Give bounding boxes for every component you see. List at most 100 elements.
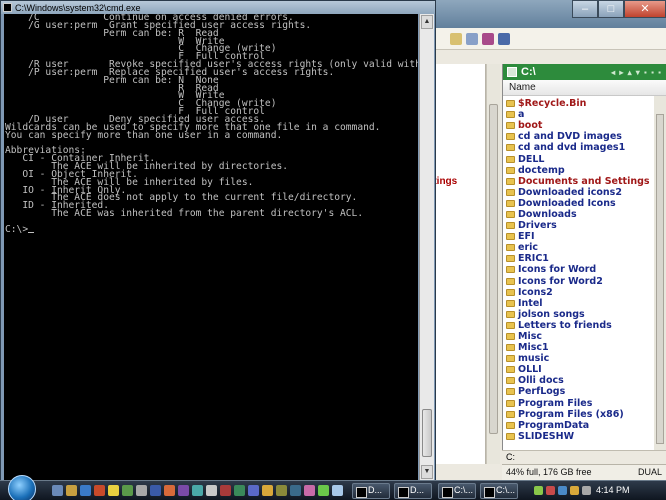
folder-icon <box>506 299 515 307</box>
drive-tab[interactable]: C: <box>502 450 666 464</box>
list-item[interactable]: OLLI <box>503 364 666 375</box>
quicklaunch-icon[interactable] <box>164 485 175 496</box>
folder-name: SLIDESHW <box>518 430 575 442</box>
list-item[interactable]: Olli docs <box>503 375 666 386</box>
list-item[interactable]: Icons for Word2 <box>503 276 666 287</box>
list-item[interactable]: Downloaded Icons <box>503 198 666 209</box>
list-item[interactable]: Intel <box>503 298 666 309</box>
scroll-thumb[interactable] <box>489 104 498 434</box>
folder-icon <box>506 399 515 407</box>
maximize-button[interactable]: □ <box>598 0 624 18</box>
cmd-icon <box>3 3 12 12</box>
list-item[interactable]: a <box>503 109 666 120</box>
taskbar-task-1[interactable]: D... <box>352 483 390 499</box>
list-item[interactable]: music <box>503 353 666 364</box>
list-item[interactable]: Letters to friends <box>503 320 666 331</box>
minimize-button[interactable]: – <box>572 0 598 18</box>
quicklaunch-icon[interactable] <box>80 485 91 496</box>
quicklaunch-icon[interactable] <box>94 485 105 496</box>
start-button[interactable] <box>8 475 36 500</box>
quicklaunch-icon[interactable] <box>304 485 315 496</box>
list-item[interactable]: Icons2 <box>503 287 666 298</box>
scroll-thumb[interactable] <box>656 114 664 444</box>
cmd-window: C:\Windows\system32\cmd.exe /C Continue … <box>0 0 436 482</box>
list-item[interactable]: Misc1 <box>503 342 666 353</box>
folder-icon <box>506 155 515 163</box>
list-item[interactable]: ERIC1 <box>503 253 666 264</box>
scroll-up-icon[interactable]: ▲ <box>421 15 433 29</box>
folder-icon <box>506 344 515 352</box>
text-cursor <box>28 231 35 233</box>
view-icon[interactable] <box>466 33 478 45</box>
tray-icon[interactable] <box>546 486 555 495</box>
volume-icon[interactable] <box>582 486 591 495</box>
taskbar-task-3[interactable]: C:\... <box>438 483 476 499</box>
list-item[interactable]: Program Files (x86) <box>503 409 666 420</box>
list-item[interactable]: cd and DVD images <box>503 131 666 142</box>
list-item[interactable]: ProgramData <box>503 420 666 431</box>
list-item[interactable]: Documents and Settings <box>503 176 666 187</box>
list-item[interactable]: DELL <box>503 153 666 165</box>
folder-icon <box>506 321 515 329</box>
tray-icon[interactable] <box>534 486 543 495</box>
quicklaunch-icon[interactable] <box>108 485 119 496</box>
folder-icon <box>506 266 515 274</box>
folder-name: doctemp <box>518 164 565 176</box>
nav-arrows-icon[interactable]: ◂ ▸ ▴ ▾ ▪ ▪ ▪ <box>611 68 662 77</box>
quicklaunch-icon[interactable] <box>52 485 63 496</box>
list-item[interactable]: cd and dvd images1 <box>503 142 666 153</box>
tool-icon[interactable] <box>498 33 510 45</box>
list-item[interactable]: jolson songs <box>503 309 666 320</box>
folder-icon <box>506 277 515 285</box>
close-button[interactable]: ✕ <box>624 0 666 18</box>
quicklaunch-icon[interactable] <box>262 485 273 496</box>
list-item[interactable]: Downloads <box>503 209 666 220</box>
quicklaunch-icon[interactable] <box>136 485 147 496</box>
quicklaunch-icon[interactable] <box>318 485 329 496</box>
quicklaunch-icon[interactable] <box>220 485 231 496</box>
clock[interactable]: 4:14 PM <box>596 485 630 495</box>
quicklaunch-icon[interactable] <box>332 485 343 496</box>
list-item[interactable]: boot <box>503 120 666 131</box>
folder-icon[interactable] <box>450 33 462 45</box>
scroll-down-icon[interactable]: ▼ <box>421 465 433 479</box>
quicklaunch-icon[interactable] <box>290 485 301 496</box>
list-item[interactable]: Drivers <box>503 220 666 231</box>
list-item[interactable]: doctemp <box>503 165 666 176</box>
list-item[interactable]: Program Files <box>503 398 666 409</box>
quicklaunch-icon[interactable] <box>178 485 189 496</box>
console-prompt[interactable]: C:\> <box>5 224 418 234</box>
quicklaunch-icon[interactable] <box>66 485 77 496</box>
cmd-titlebar[interactable]: C:\Windows\system32\cmd.exe <box>1 1 435 14</box>
list-item[interactable]: Misc <box>503 331 666 342</box>
scroll-thumb[interactable] <box>422 409 432 457</box>
console-output[interactable]: /C Continue on access denied errors. /G … <box>4 14 418 480</box>
quicklaunch-icon[interactable] <box>276 485 287 496</box>
quicklaunch-icon[interactable] <box>122 485 133 496</box>
folder-name: a <box>518 109 525 121</box>
list-item[interactable]: PerfLogs <box>503 386 666 397</box>
list-item[interactable]: eric <box>503 242 666 253</box>
list-item[interactable]: Icons for Word <box>503 264 666 275</box>
quicklaunch-icon[interactable] <box>234 485 245 496</box>
quicklaunch-icon[interactable] <box>192 485 203 496</box>
quicklaunch-icon[interactable] <box>206 485 217 496</box>
tray-icon[interactable] <box>558 486 567 495</box>
taskbar-task-4[interactable]: C:\... <box>480 483 518 499</box>
list-item[interactable]: Downloaded icons2 <box>503 187 666 198</box>
list-item[interactable]: SLIDESHW <box>503 431 666 442</box>
list-item[interactable]: $Recycle.Bin <box>503 98 666 109</box>
list-item[interactable]: EFI <box>503 231 666 242</box>
quicklaunch-icon[interactable] <box>150 485 161 496</box>
taskbar-task-2[interactable]: D... <box>394 483 432 499</box>
pane-scrollbar[interactable] <box>654 96 666 464</box>
folder-icon <box>506 310 515 318</box>
tool-icon[interactable] <box>482 33 494 45</box>
cmd-scrollbar[interactable]: ▲ ▼ <box>419 14 434 480</box>
pane-titlebar[interactable]: C:\ ◂ ▸ ▴ ▾ ▪ ▪ ▪ <box>503 64 666 80</box>
column-header-name[interactable]: Name <box>503 80 666 96</box>
quicklaunch-icon[interactable] <box>248 485 259 496</box>
left-pane-scrollbar[interactable] <box>486 64 500 464</box>
tray-icon[interactable] <box>570 486 579 495</box>
left-pane: ttings <box>430 64 486 464</box>
